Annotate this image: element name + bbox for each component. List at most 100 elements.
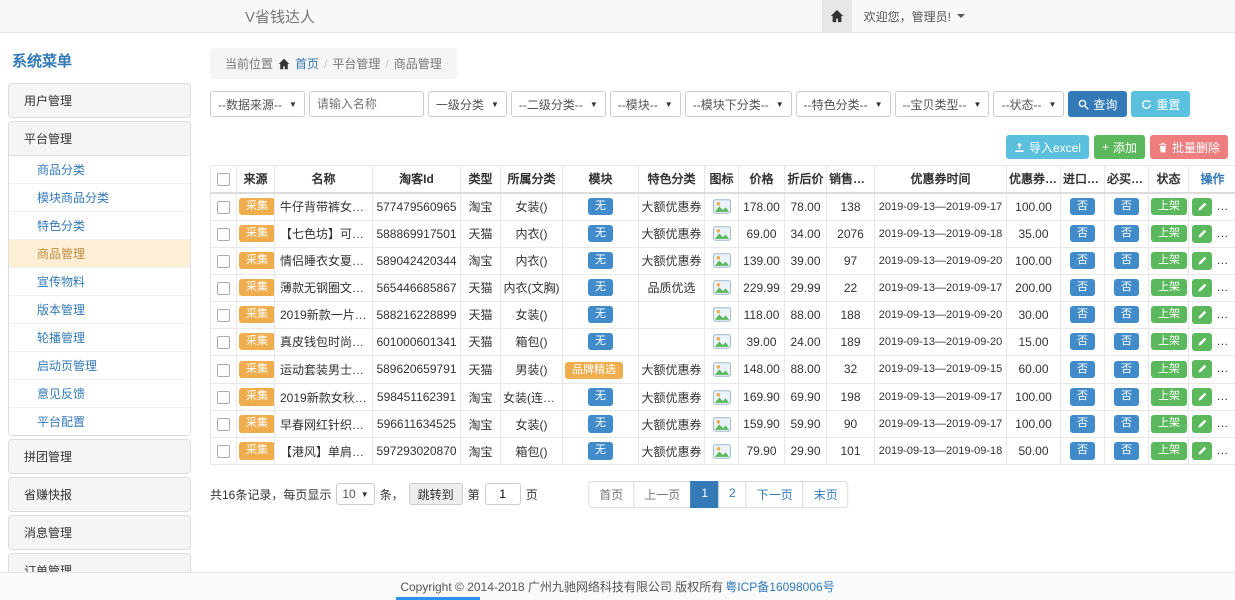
- sidebar-item[interactable]: 意见反馈: [9, 380, 190, 408]
- edit-button[interactable]: [1192, 360, 1212, 378]
- delete-button[interactable]: [1217, 225, 1235, 243]
- row-checkbox[interactable]: [217, 282, 230, 295]
- home-button[interactable]: [822, 0, 852, 32]
- row-checkbox[interactable]: [217, 336, 230, 349]
- name-search-input[interactable]: [309, 91, 424, 117]
- status-badge[interactable]: 上架: [1151, 333, 1187, 351]
- import-select-toggle[interactable]: 否: [1070, 279, 1095, 297]
- delete-button[interactable]: [1217, 388, 1235, 406]
- status-badge[interactable]: 上架: [1151, 388, 1187, 406]
- filter-select[interactable]: --二级分类-- ▼: [511, 91, 606, 117]
- filter-select[interactable]: --状态-- ▼: [993, 91, 1064, 117]
- sidebar-item[interactable]: 宣传物料: [9, 268, 190, 296]
- must-buy-toggle[interactable]: 否: [1114, 225, 1139, 243]
- sidebar-item[interactable]: 启动页管理: [9, 352, 190, 380]
- sidebar-group-header[interactable]: 订单管理: [9, 554, 190, 574]
- row-checkbox[interactable]: [217, 309, 230, 322]
- add-button[interactable]: + 添加: [1094, 135, 1145, 159]
- status-badge[interactable]: 上架: [1151, 198, 1187, 216]
- filter-select[interactable]: 一级分类 ▼: [428, 91, 507, 117]
- delete-button[interactable]: [1217, 415, 1235, 433]
- user-menu[interactable]: 欢迎您，管理员!: [852, 8, 977, 25]
- edit-button[interactable]: [1192, 442, 1212, 460]
- row-checkbox[interactable]: [217, 418, 230, 431]
- page-button[interactable]: 2: [718, 481, 747, 508]
- sidebar-item[interactable]: 平台配置: [9, 408, 190, 435]
- page-size-select[interactable]: 10 ▼: [336, 483, 374, 505]
- filter-select[interactable]: --宝贝类型-- ▼: [895, 91, 990, 117]
- import-select-toggle[interactable]: 否: [1070, 361, 1095, 379]
- page-button[interactable]: 下一页: [746, 481, 804, 508]
- edit-button[interactable]: [1192, 415, 1212, 433]
- row-checkbox[interactable]: [217, 201, 230, 214]
- import-excel-button[interactable]: 导入excel: [1006, 135, 1089, 159]
- delete-button[interactable]: [1217, 333, 1235, 351]
- filter-select[interactable]: --模块下分类-- ▼: [685, 91, 792, 117]
- page-button[interactable]: 首页: [588, 481, 634, 508]
- must-buy-toggle[interactable]: 否: [1114, 333, 1139, 351]
- select-all-checkbox[interactable]: [217, 173, 230, 186]
- row-checkbox[interactable]: [217, 228, 230, 241]
- sidebar-item[interactable]: 商品管理: [9, 240, 190, 268]
- must-buy-toggle[interactable]: 否: [1114, 415, 1139, 433]
- import-select-toggle[interactable]: 否: [1070, 415, 1095, 433]
- filter-select[interactable]: --模块-- ▼: [610, 91, 681, 117]
- status-badge[interactable]: 上架: [1151, 225, 1187, 243]
- import-select-toggle[interactable]: 否: [1070, 252, 1095, 270]
- import-select-toggle[interactable]: 否: [1070, 333, 1095, 351]
- status-badge[interactable]: 上架: [1151, 279, 1187, 297]
- edit-button[interactable]: [1192, 279, 1212, 297]
- must-buy-toggle[interactable]: 否: [1114, 388, 1139, 406]
- status-badge[interactable]: 上架: [1151, 415, 1187, 433]
- page-button[interactable]: 上一页: [633, 481, 691, 508]
- page-button[interactable]: 1: [690, 481, 719, 508]
- must-buy-toggle[interactable]: 否: [1114, 198, 1139, 216]
- edit-button[interactable]: [1192, 333, 1212, 351]
- delete-button[interactable]: [1217, 360, 1235, 378]
- status-badge[interactable]: 上架: [1151, 252, 1187, 270]
- delete-button[interactable]: [1217, 252, 1235, 270]
- sidebar-item[interactable]: 模块商品分类: [9, 184, 190, 212]
- batch-delete-button[interactable]: 批量删除: [1150, 135, 1228, 159]
- import-select-toggle[interactable]: 否: [1070, 198, 1095, 216]
- must-buy-toggle[interactable]: 否: [1114, 279, 1139, 297]
- import-select-toggle[interactable]: 否: [1070, 225, 1095, 243]
- data-source-select[interactable]: --数据来源-- ▼: [210, 91, 305, 117]
- sidebar-group-header[interactable]: 消息管理: [9, 516, 190, 549]
- sidebar-item[interactable]: 商品分类: [9, 156, 190, 184]
- import-select-toggle[interactable]: 否: [1070, 442, 1095, 460]
- sidebar-group-header[interactable]: 平台管理: [9, 122, 190, 155]
- sidebar-group-header[interactable]: 用户管理: [9, 84, 190, 117]
- delete-button[interactable]: [1217, 198, 1235, 216]
- jump-button[interactable]: 跳转到: [409, 483, 463, 505]
- search-button[interactable]: 查询: [1068, 91, 1127, 117]
- delete-button[interactable]: [1217, 442, 1235, 460]
- import-select-toggle[interactable]: 否: [1070, 306, 1095, 324]
- must-buy-toggle[interactable]: 否: [1114, 252, 1139, 270]
- row-checkbox[interactable]: [217, 391, 230, 404]
- import-select-toggle[interactable]: 否: [1070, 388, 1095, 406]
- status-badge[interactable]: 上架: [1151, 361, 1187, 379]
- must-buy-toggle[interactable]: 否: [1114, 442, 1139, 460]
- icp-link[interactable]: 粤ICP备16098006号: [725, 578, 834, 595]
- sidebar-item[interactable]: 轮播管理: [9, 324, 190, 352]
- sidebar-item[interactable]: 版本管理: [9, 296, 190, 324]
- row-checkbox[interactable]: [217, 255, 230, 268]
- sidebar-group-header[interactable]: 拼团管理: [9, 440, 190, 473]
- reset-button[interactable]: 重置: [1131, 91, 1190, 117]
- edit-button[interactable]: [1192, 306, 1212, 324]
- status-badge[interactable]: 上架: [1151, 442, 1187, 460]
- row-checkbox[interactable]: [217, 445, 230, 458]
- row-checkbox[interactable]: [217, 364, 230, 377]
- edit-button[interactable]: [1192, 198, 1212, 216]
- sidebar-group-header[interactable]: 省赚快报: [9, 478, 190, 511]
- edit-button[interactable]: [1192, 388, 1212, 406]
- must-buy-toggle[interactable]: 否: [1114, 306, 1139, 324]
- status-badge[interactable]: 上架: [1151, 306, 1187, 324]
- page-button[interactable]: 末页: [803, 481, 849, 508]
- edit-button[interactable]: [1192, 225, 1212, 243]
- breadcrumb-home-link[interactable]: 首页: [295, 55, 319, 72]
- page-number-input[interactable]: [485, 483, 521, 505]
- filter-select[interactable]: --特色分类-- ▼: [796, 91, 891, 117]
- must-buy-toggle[interactable]: 否: [1114, 361, 1139, 379]
